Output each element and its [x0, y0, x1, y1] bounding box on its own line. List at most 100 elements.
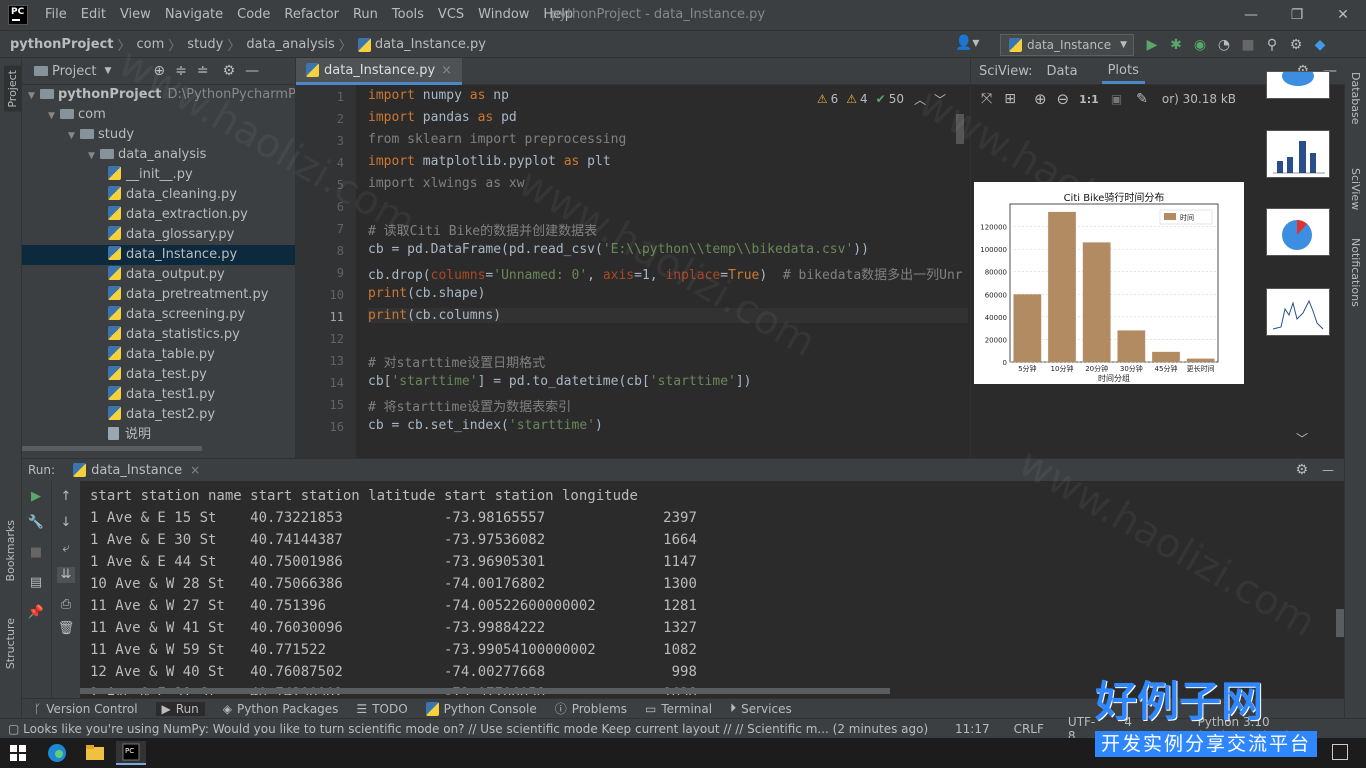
grid-icon[interactable]: ⊞ — [1004, 91, 1016, 107]
tool-tab-services[interactable]: ⏵ Services — [730, 701, 792, 716]
tree-item[interactable]: data_cleaning.py — [22, 185, 295, 205]
tab-plots[interactable]: Plots — [1101, 58, 1145, 84]
gear-icon[interactable]: ⚙ — [1295, 462, 1308, 478]
breadcrumb-project[interactable]: pythonProject — [10, 37, 114, 52]
zoom-out-icon[interactable]: ⊖ — [1057, 90, 1070, 108]
tree-item[interactable]: data_pretreatment.py — [22, 285, 295, 305]
tool-tab-run[interactable]: ▶ Run — [155, 701, 205, 716]
tree-item[interactable]: __init__.py — [22, 165, 295, 185]
minimize-button[interactable]: — — [1228, 0, 1274, 30]
plugin-icon[interactable]: ◆ — [1308, 37, 1332, 53]
tree-item[interactable]: data_glossary.py — [22, 225, 295, 245]
project-tool-tab[interactable]: Project — [4, 66, 21, 112]
tab-data-instance[interactable]: data_Instance.py × — [296, 58, 463, 85]
run-tab[interactable]: data_Instance — [91, 463, 182, 478]
tree-item[interactable]: data_table.py — [22, 345, 295, 365]
line-separator[interactable]: CRLF — [1014, 722, 1044, 736]
scroll-up-icon[interactable]: ↑ — [57, 489, 75, 505]
soft-wrap-icon[interactable]: ⤶ — [57, 541, 75, 557]
breadcrumb-data-analysis[interactable]: data_analysis — [246, 37, 334, 52]
tool-tab-problems[interactable]: ⓘ Problems — [555, 700, 627, 717]
maximize-button[interactable]: ❐ — [1274, 0, 1320, 30]
tree-item[interactable]: data_test1.py — [22, 385, 295, 405]
user-icon[interactable]: 👤▾ — [955, 35, 979, 51]
close-icon[interactable]: × — [441, 63, 452, 78]
menu-view[interactable]: View — [113, 0, 158, 30]
gear-icon[interactable]: ⚙ — [223, 63, 236, 79]
tree-item[interactable]: data_test2.py — [22, 405, 295, 425]
tree-item[interactable]: data_statistics.py — [22, 325, 295, 345]
fit-icon[interactable]: ⤧ — [981, 91, 992, 107]
close-button[interactable]: ✕ — [1320, 0, 1366, 30]
action-center-icon[interactable] — [1332, 744, 1348, 760]
menu-navigate[interactable]: Navigate — [158, 0, 230, 30]
menu-vcs[interactable]: VCS — [431, 0, 471, 30]
chevron-down-icon[interactable]: ▼ — [68, 126, 80, 146]
menu-code[interactable]: Code — [230, 0, 277, 30]
hide-icon[interactable]: — — [245, 63, 259, 79]
tool-tab-terminal[interactable]: ▭ Terminal — [645, 702, 712, 716]
trash-icon[interactable]: 🗑 — [57, 621, 75, 637]
gear-icon[interactable]: ⚙ — [1284, 37, 1308, 53]
print-icon[interactable]: ⎙ — [57, 597, 75, 613]
plot-thumbnail-1[interactable] — [1266, 66, 1330, 99]
database-tool-tab[interactable]: Database — [1349, 72, 1362, 125]
coverage-icon[interactable]: ◉ — [1188, 37, 1212, 53]
menu-file[interactable]: File — [38, 0, 74, 30]
vertical-scrollbar[interactable] — [1336, 609, 1344, 637]
run-icon[interactable]: ▶ — [1140, 37, 1164, 53]
menu-edit[interactable]: Edit — [74, 0, 113, 30]
horizontal-scrollbar[interactable] — [22, 446, 202, 451]
tool-tab-todo[interactable]: ☰ TODO — [356, 702, 407, 716]
pycharm-taskbar-icon[interactable]: PC — [116, 741, 146, 765]
scroll-down-icon[interactable]: ↓ — [57, 515, 75, 531]
horizontal-scrollbar[interactable] — [80, 688, 890, 694]
tab-data[interactable]: Data — [1047, 64, 1078, 79]
menu-refactor[interactable]: Refactor — [277, 0, 346, 30]
bookmarks-tool-tab[interactable]: Bookmarks — [4, 520, 17, 581]
menu-window[interactable]: Window — [471, 0, 536, 30]
stop-icon[interactable]: ■ — [27, 545, 45, 561]
debug-icon[interactable]: ✱ — [1164, 37, 1188, 53]
menu-tools[interactable]: Tools — [385, 0, 431, 30]
color-picker-icon[interactable]: ✎ — [1136, 91, 1148, 107]
breadcrumb-study[interactable]: study — [187, 37, 223, 52]
caret-position[interactable]: 11:17 — [955, 722, 990, 736]
plot-thumbnail-2[interactable] — [1266, 130, 1330, 178]
profile-icon[interactable]: ◔ — [1212, 37, 1236, 53]
chevron-down-icon[interactable]: ▼ — [28, 86, 40, 106]
file-explorer-icon[interactable] — [80, 741, 110, 765]
hide-icon[interactable]: — — [1322, 463, 1334, 477]
tree-item[interactable]: data_Instance.py — [22, 245, 295, 265]
windows-start-icon[interactable] — [10, 745, 26, 761]
plot-thumbnail-3[interactable] — [1266, 208, 1330, 256]
background-icon[interactable]: ▣ — [1111, 92, 1122, 106]
chevron-down-icon[interactable]: ▼ — [48, 106, 60, 126]
rerun-icon[interactable]: ▶ — [27, 489, 45, 505]
menu-run[interactable]: Run — [346, 0, 385, 30]
status-message[interactable]: ▢ Looks like you're using NumPy: Would y… — [8, 719, 928, 739]
stop-icon[interactable]: ■ — [1236, 37, 1260, 53]
tree-item[interactable]: data_output.py — [22, 265, 295, 285]
tool-tab-python-packages[interactable]: ◈ Python Packages — [223, 702, 339, 716]
structure-tool-tab[interactable]: Structure — [4, 618, 17, 669]
tree-item[interactable]: data_test.py — [22, 365, 295, 385]
tool-tab-python-console[interactable]: Python Console — [425, 701, 537, 716]
plot-thumbnail-4[interactable] — [1266, 288, 1330, 336]
scroll-to-end-icon[interactable]: ⇊ — [57, 567, 75, 583]
sciview-tool-tab[interactable]: SciView — [1349, 168, 1362, 210]
tree-item[interactable]: data_extraction.py — [22, 205, 295, 225]
chevron-down-icon[interactable]: ▼ — [104, 66, 111, 76]
pin-icon[interactable]: 📌 — [27, 605, 45, 621]
actual-size-button[interactable]: 1:1 — [1079, 93, 1099, 106]
breadcrumb-file[interactable]: data_Instance.py — [375, 37, 486, 52]
run-config-select[interactable]: data_Instance ▼ — [1000, 34, 1134, 56]
wrench-icon[interactable]: 🔧 — [27, 515, 45, 531]
close-icon[interactable]: × — [190, 463, 200, 477]
layout-icon[interactable]: ▤ — [27, 575, 45, 591]
tool-tab-version-control[interactable]: ᚴ Version Control — [34, 702, 138, 716]
notifications-tool-tab[interactable]: Notifications — [1349, 238, 1362, 307]
chevron-down-icon[interactable]: ▼ — [88, 146, 100, 166]
zoom-in-icon[interactable]: ⊕ — [1034, 90, 1047, 108]
search-icon[interactable]: ⚲ — [1260, 37, 1284, 53]
